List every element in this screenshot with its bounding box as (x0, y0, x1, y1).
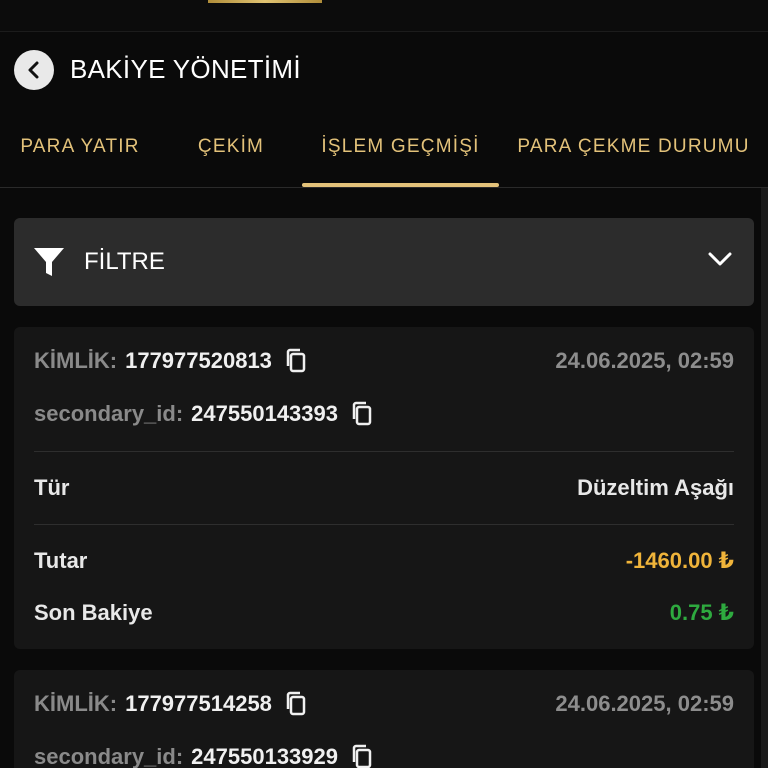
amount-label: Tutar (34, 548, 88, 573)
secondary-id-value: 247550133929 (191, 744, 338, 768)
id-row: KİMLİK: 177977520813 24.06.2025, 02:59 (34, 347, 734, 375)
logo-strip (208, 0, 322, 3)
balance-label: Son Bakiye (34, 600, 153, 625)
top-bar (0, 0, 768, 32)
type-row: Tür Düzeltim Aşağı (34, 474, 734, 502)
secondary-id-value: 247550143393 (191, 401, 338, 426)
transaction-date: 24.06.2025, 02:59 (555, 348, 734, 373)
tab-cekim[interactable]: ÇEKİM (160, 108, 302, 186)
tab-para-cekme-durumu[interactable]: PARA ÇEKME DURUMU (499, 108, 768, 186)
secondary-id-row: secondary_id: 247550133929 (34, 743, 734, 768)
amount-row: Tutar -1460.00 ₺ (34, 547, 734, 575)
page-header: BAKİYE YÖNETİMİ (0, 32, 768, 108)
amount-value: -1460.00 ₺ (625, 548, 734, 573)
balance-value: 0.75 ₺ (669, 600, 734, 625)
divider (34, 524, 734, 525)
type-label: Tür (34, 475, 70, 500)
active-tab-indicator (302, 183, 499, 187)
transaction-card: KİMLİK: 177977514258 24.06.2025, 02:59 s… (14, 670, 754, 768)
back-button[interactable] (14, 50, 54, 90)
transaction-card: KİMLİK: 177977520813 24.06.2025, 02:59 s… (14, 327, 754, 649)
filter-icon (34, 248, 64, 276)
balance-row: Son Bakiye 0.75 ₺ (34, 599, 734, 627)
copy-icon[interactable] (284, 348, 308, 374)
scrollbar[interactable] (761, 188, 768, 768)
tab-islem-gecmisi[interactable]: İŞLEM GEÇMİŞİ (302, 108, 499, 186)
transaction-date: 24.06.2025, 02:59 (555, 691, 734, 716)
divider (34, 451, 734, 452)
copy-icon[interactable] (284, 691, 308, 717)
copy-icon[interactable] (350, 401, 374, 427)
filter-panel[interactable]: FİLTRE (14, 218, 754, 306)
chevron-down-icon[interactable] (707, 250, 733, 268)
filter-label: FİLTRE (84, 248, 165, 275)
tab-para-yatir[interactable]: PARA YATIR (0, 108, 160, 186)
tab-bar: PARA YATIR ÇEKİM İŞLEM GEÇMİŞİ PARA ÇEKM… (0, 108, 768, 188)
type-value: Düzeltim Aşağı (577, 475, 734, 500)
id-row: KİMLİK: 177977514258 24.06.2025, 02:59 (34, 690, 734, 718)
secondary-id-label: secondary_id: (34, 401, 184, 426)
id-value: 177977520813 (125, 348, 272, 373)
id-label: KİMLİK: (34, 691, 118, 716)
secondary-id-label: secondary_id: (34, 744, 184, 768)
id-value: 177977514258 (125, 691, 272, 716)
secondary-id-row: secondary_id: 247550143393 (34, 400, 734, 428)
id-label: KİMLİK: (34, 348, 118, 373)
back-arrow-icon (28, 61, 39, 79)
page-title: BAKİYE YÖNETİMİ (70, 54, 301, 84)
copy-icon[interactable] (350, 744, 374, 768)
